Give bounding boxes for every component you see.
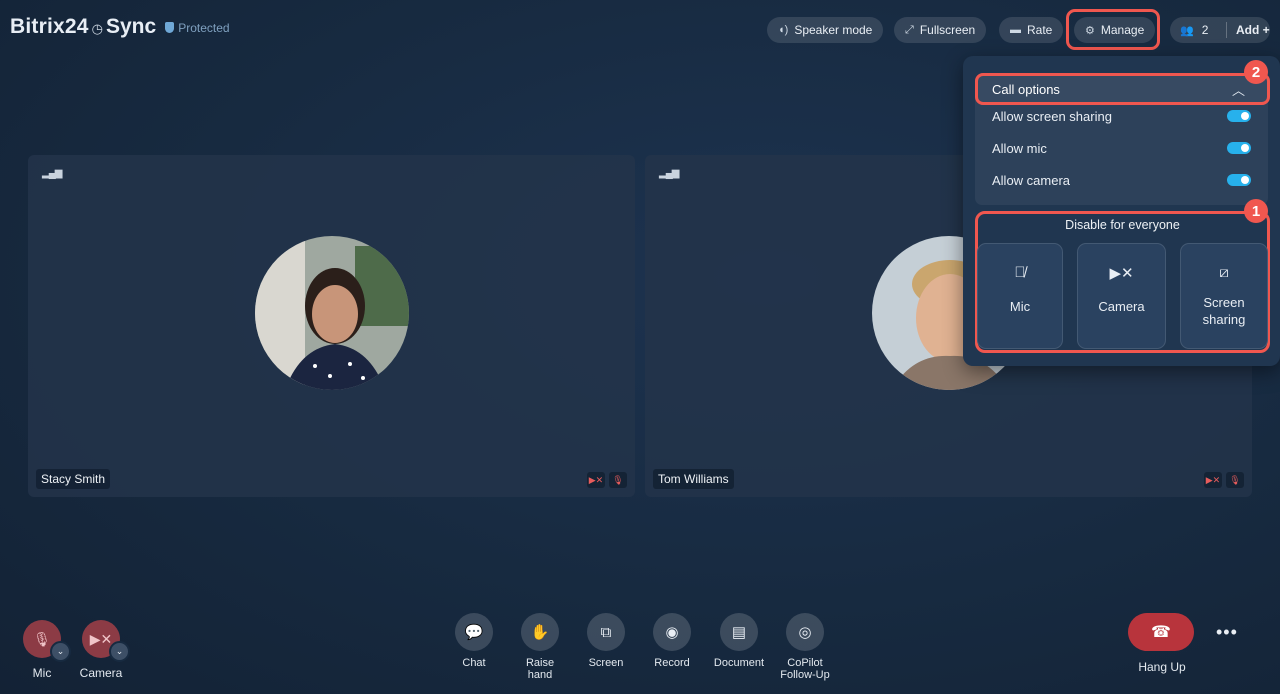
mic-off-icon: 🎙̸ (1014, 264, 1026, 281)
disable-camera-button[interactable]: ▶✕ Camera (1077, 243, 1166, 349)
record-icon: ◉ (653, 613, 691, 651)
chevron-down-icon[interactable]: ⌄ (50, 641, 71, 662)
participant-tile[interactable]: ▂▄▆ Stacy Smith ▶✕ 🎙 (28, 155, 635, 497)
chat-button[interactable]: 💬 Chat (439, 613, 509, 669)
chevron-up-icon: ︿ (1231, 83, 1245, 98)
chevron-down-icon[interactable]: ⌄ (109, 641, 130, 662)
mic-off-icon[interactable]: 🎙 ⌄ (23, 620, 71, 662)
fullscreen-button[interactable]: ⤢ Fullscreen (894, 17, 987, 43)
raise-hand-label: Raise hand (525, 657, 555, 681)
participant-name: Stacy Smith (36, 469, 111, 489)
step-badge: 1 (1244, 199, 1268, 223)
record-button[interactable]: ◉ Record (637, 613, 707, 669)
signal-icon: ▂▄▆ (659, 168, 679, 179)
mic-off-icon: 🎙 (1226, 472, 1244, 488)
camera-off-icon: ▶✕ (587, 472, 605, 488)
option-label: Allow screen sharing (992, 109, 1112, 124)
rate-button[interactable]: ▬ Rate (999, 17, 1064, 43)
add-button[interactable]: Add + (1227, 23, 1270, 37)
mic-off-icon: 🎙 (609, 472, 627, 488)
hand-icon: ✋ (521, 613, 559, 651)
copilot-icon: ◎ (786, 613, 824, 651)
camera-off-icon: ▶✕ (1204, 472, 1222, 488)
phone-hangup-icon: ☎ (1128, 613, 1194, 651)
shield-icon (165, 22, 175, 33)
disable-mic-button[interactable]: 🎙̸ Mic (977, 243, 1063, 349)
document-icon: ▤ (720, 613, 758, 651)
disable-camera-label: Camera (1098, 299, 1145, 314)
hang-up-label: Hang Up (1138, 660, 1186, 674)
comment-icon: ▬ (1010, 24, 1021, 36)
camera-control[interactable]: ▶✕ ⌄ Camera (71, 620, 131, 680)
screen-share-off-icon: ⧄ (1219, 264, 1229, 281)
copilot-followup-button[interactable]: ◎ CoPilot Follow-Up (770, 613, 840, 681)
screen-share-icon: ⧉ (587, 613, 625, 651)
allow-mic-toggle[interactable] (1227, 142, 1251, 154)
participant-name: Tom Williams (653, 469, 734, 489)
disable-mic-label: Mic (1009, 299, 1031, 314)
mic-label: Mic (32, 666, 52, 680)
disable-screen-sharing-button[interactable]: ⧄ Screen sharing (1180, 243, 1268, 349)
avatar (255, 236, 409, 390)
manage-highlight (1066, 9, 1160, 50)
option-label: Allow mic (992, 141, 1047, 156)
document-button[interactable]: ▤ Document (704, 613, 774, 669)
brand-logo: Bitrix24 ◷ Sync Protected (10, 15, 230, 39)
raise-hand-button[interactable]: ✋ Raise hand (505, 613, 575, 681)
brand-name: Bitrix24 (10, 15, 89, 38)
copilot-label: CoPilot Follow-Up (780, 657, 830, 681)
mic-control[interactable]: 🎙 ⌄ Mic (12, 620, 72, 680)
speaker-icon: ◖) (778, 24, 789, 36)
screen-share-button[interactable]: ⧉ Screen (571, 613, 641, 669)
clock-icon: ◷ (91, 21, 103, 36)
camera-label: Camera (79, 666, 123, 680)
disable-screen-sharing-label: Screen sharing (1202, 295, 1246, 327)
step-badge: 2 (1244, 60, 1268, 84)
expand-icon: ⤢ (905, 23, 914, 36)
screen-label: Screen (588, 657, 624, 669)
top-bar: Bitrix24 ◷ Sync Protected ◖) Speaker mod… (0, 0, 1280, 60)
users-icon: 👥 (1180, 24, 1194, 37)
speaker-mode-label: Speaker mode (794, 23, 873, 37)
record-label: Record (654, 657, 690, 669)
participants-button[interactable]: 👥 2 (1170, 22, 1227, 38)
protected-badge: Protected (165, 20, 230, 35)
protected-label: Protected (178, 20, 230, 35)
hang-up-button[interactable]: ☎ Hang Up (1128, 613, 1196, 674)
chat-icon: 💬 (455, 613, 493, 651)
chat-label: Chat (462, 657, 486, 669)
camera-off-icon[interactable]: ▶✕ ⌄ (82, 620, 130, 662)
more-options-icon[interactable]: ••• (1216, 622, 1238, 643)
call-options-header[interactable]: Call options ︿ (975, 73, 1270, 105)
participants-add-button[interactable]: 👥 2 Add + (1170, 17, 1270, 43)
allow-screen-sharing-toggle[interactable] (1227, 110, 1251, 122)
participants-count: 2 (1201, 23, 1209, 37)
document-label: Document (713, 657, 765, 669)
call-options-title: Call options (992, 82, 1060, 97)
call-controls-bar: 🎙 ⌄ Mic ▶✕ ⌄ Camera 💬 Chat ✋ Raise hand ⧉ … (0, 600, 1280, 694)
fullscreen-label: Fullscreen (919, 23, 976, 37)
brand-product: Sync (105, 15, 157, 38)
disable-for-everyone-title: Disable for everyone (1065, 218, 1180, 232)
speaker-mode-button[interactable]: ◖) Speaker mode (767, 17, 884, 43)
signal-icon: ▂▄▆ (42, 168, 62, 179)
allow-camera-toggle[interactable] (1227, 174, 1251, 186)
rate-label: Rate (1027, 23, 1053, 37)
option-label: Allow camera (992, 173, 1071, 188)
camera-off-icon: ▶✕ (1109, 265, 1134, 282)
